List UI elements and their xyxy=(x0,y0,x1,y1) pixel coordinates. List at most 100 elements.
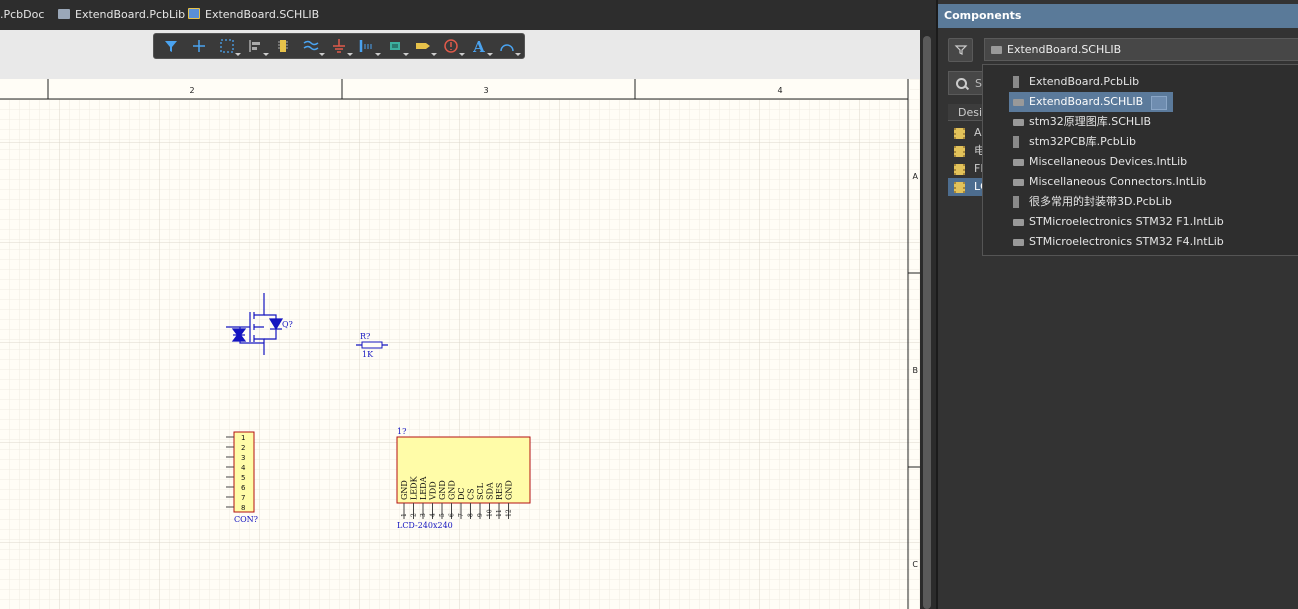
lcd-pin-name: CS xyxy=(467,488,476,500)
schematic-canvas: 2 3 4 A B C Q? R? 1K 12345678 CON? 1? GN… xyxy=(0,79,920,609)
connector-pin-number: 7 xyxy=(241,494,245,502)
arc-tool-button[interactable] xyxy=(496,35,521,57)
component-icon xyxy=(954,146,965,157)
intlib-icon xyxy=(1013,179,1024,186)
dropdown-item-label: ExtendBoard.PcbLib xyxy=(1029,75,1140,88)
dropdown-item-label: ExtendBoard.SCHLIB xyxy=(1029,95,1144,108)
align-icon xyxy=(249,40,260,52)
ground-icon xyxy=(333,39,345,53)
schlib-icon xyxy=(991,46,1002,54)
power-port-button[interactable] xyxy=(328,35,353,57)
lcd-pin-number: 10 xyxy=(487,509,494,517)
wire-icon xyxy=(303,40,319,51)
lcd-pin-number: 4 xyxy=(430,513,437,517)
lcd-pin-number: 5 xyxy=(439,513,446,517)
ruler-col-3: 3 xyxy=(483,86,488,95)
dropdown-item-label: stm32PCB库.PcbLib xyxy=(1029,135,1136,148)
wire-tool-button[interactable] xyxy=(300,35,325,57)
tab-schlib[interactable]: ExtendBoard.SCHLIB xyxy=(188,0,319,30)
search-icon xyxy=(956,78,967,89)
lcd-pin-name: LEDA xyxy=(419,476,428,500)
ruler-row-b: B xyxy=(913,366,919,375)
text-tool-button[interactable]: A xyxy=(468,35,493,57)
resistor-designator: R? xyxy=(360,332,370,341)
bus-tool-button[interactable] xyxy=(356,35,381,57)
lcd-pin-number: 8 xyxy=(468,513,475,517)
document-tab-bar: .PcbDoc ExtendBoard.PcbLib ExtendBoard.S… xyxy=(0,0,936,31)
select-area-icon xyxy=(220,39,234,53)
dropdown-item[interactable]: stm32PCB库.PcbLib xyxy=(1009,132,1136,152)
panel-title: Components xyxy=(938,4,1298,28)
place-part-button[interactable] xyxy=(272,35,294,57)
dropdown-item[interactable]: STMicroelectronics STM32 F4.IntLib xyxy=(1009,232,1224,252)
component-icon xyxy=(954,128,965,139)
dropdown-item-label: STMicroelectronics STM32 F1.IntLib xyxy=(1029,215,1224,228)
connector-pin-number: 2 xyxy=(241,444,245,452)
dropdown-item[interactable]: ExtendBoard.PcbLib xyxy=(1009,72,1139,92)
vertical-scrollbar[interactable] xyxy=(923,36,931,609)
filter-icon xyxy=(165,41,177,52)
connector-pin-number: 1 xyxy=(241,434,245,442)
library-select-value: ExtendBoard.SCHLIB xyxy=(1007,43,1122,56)
component-icon xyxy=(278,40,288,52)
connector-pin-number: 3 xyxy=(241,454,245,462)
align-tool-button[interactable] xyxy=(244,35,269,57)
active-bar-toolbar: A xyxy=(153,33,525,59)
top-ruler xyxy=(0,79,910,99)
dropdown-item-label: stm32原理图库.SCHLIB xyxy=(1029,115,1152,128)
dropdown-item-label: STMicroelectronics STM32 F4.IntLib xyxy=(1029,235,1224,248)
dropdown-item[interactable]: 很多常用的封装带3D.PcbLib xyxy=(1009,192,1172,212)
lcd-pin-number: 6 xyxy=(449,513,456,517)
connector-pin-number: 4 xyxy=(241,464,246,472)
connector-designator: CON? xyxy=(234,515,258,524)
dropdown-item[interactable]: Miscellaneous Devices.IntLib xyxy=(1009,152,1187,172)
tab-pcblib[interactable]: ExtendBoard.PcbLib xyxy=(58,0,185,30)
filter-button[interactable] xyxy=(948,38,973,62)
lcd-pin-name: DC xyxy=(457,487,466,500)
lcd-pin-name: GND xyxy=(400,480,409,500)
lcd-pin-number: 9 xyxy=(477,513,484,517)
lcd-pin-name: GND xyxy=(438,480,447,500)
sch-lib-icon xyxy=(188,8,200,19)
harness-tool-button[interactable] xyxy=(384,35,409,57)
filter-tool-button[interactable] xyxy=(160,35,182,57)
dropdown-item[interactable]: STMicroelectronics STM32 F1.IntLib xyxy=(1009,212,1224,232)
cross-tool-button[interactable] xyxy=(188,35,210,57)
select-tool-button[interactable] xyxy=(216,35,241,57)
connector-pin-number: 5 xyxy=(241,474,245,482)
pcblib-icon xyxy=(1013,196,1019,208)
dropdown-item[interactable]: Miscellaneous Connectors.IntLib xyxy=(1009,172,1206,192)
lcd-designator: 1? xyxy=(397,427,406,436)
ruler-row-c: C xyxy=(912,560,918,569)
harness-icon xyxy=(390,42,400,50)
dropdown-item-label: Miscellaneous Devices.IntLib xyxy=(1029,155,1188,168)
dropdown-item-selected[interactable]: ExtendBoard.SCHLIB xyxy=(1009,92,1174,112)
lcd-pin-number: 11 xyxy=(496,509,503,517)
dropdown-item[interactable]: stm32原理图库.SCHLIB xyxy=(1009,112,1151,132)
schlib-icon xyxy=(1013,119,1024,126)
intlib-icon xyxy=(1013,239,1024,246)
dropdown-item-label: 很多常用的封装带3D.PcbLib xyxy=(1029,195,1172,208)
tab-label: ExtendBoard.PcbLib xyxy=(75,8,186,21)
library-select[interactable]: ExtendBoard.SCHLIB xyxy=(984,38,1298,61)
schematic-sheet[interactable]: 2 3 4 A B C Q? R? 1K 1 2 3 4 5 6 7 8 CON… xyxy=(0,79,920,609)
bus-icon xyxy=(359,40,372,52)
port-tool-button[interactable] xyxy=(412,35,437,57)
lcd-pin-name: VDD xyxy=(429,481,438,501)
funnel-icon xyxy=(954,45,967,55)
directive-tool-button[interactable] xyxy=(440,35,465,57)
ruler-col-4: 4 xyxy=(777,86,782,95)
info-icon[interactable] xyxy=(1151,96,1168,110)
mosfet-designator: Q? xyxy=(282,320,293,329)
lcd-pin-number: 3 xyxy=(420,513,427,517)
connector-pin-number: 8 xyxy=(241,504,245,512)
component-icon xyxy=(954,182,965,193)
tab-pcbdoc[interactable]: .PcbDoc xyxy=(0,0,44,30)
resistor-value: 1K xyxy=(362,350,374,359)
lcd-pin-name: SDA xyxy=(486,482,495,500)
ruler-row-a: A xyxy=(913,172,919,181)
tab-label: .PcbDoc xyxy=(0,8,45,21)
lcd-pin-number: 12 xyxy=(506,509,513,517)
ruler-col-2: 2 xyxy=(189,86,194,95)
lcd-pin-number: 2 xyxy=(411,513,418,517)
